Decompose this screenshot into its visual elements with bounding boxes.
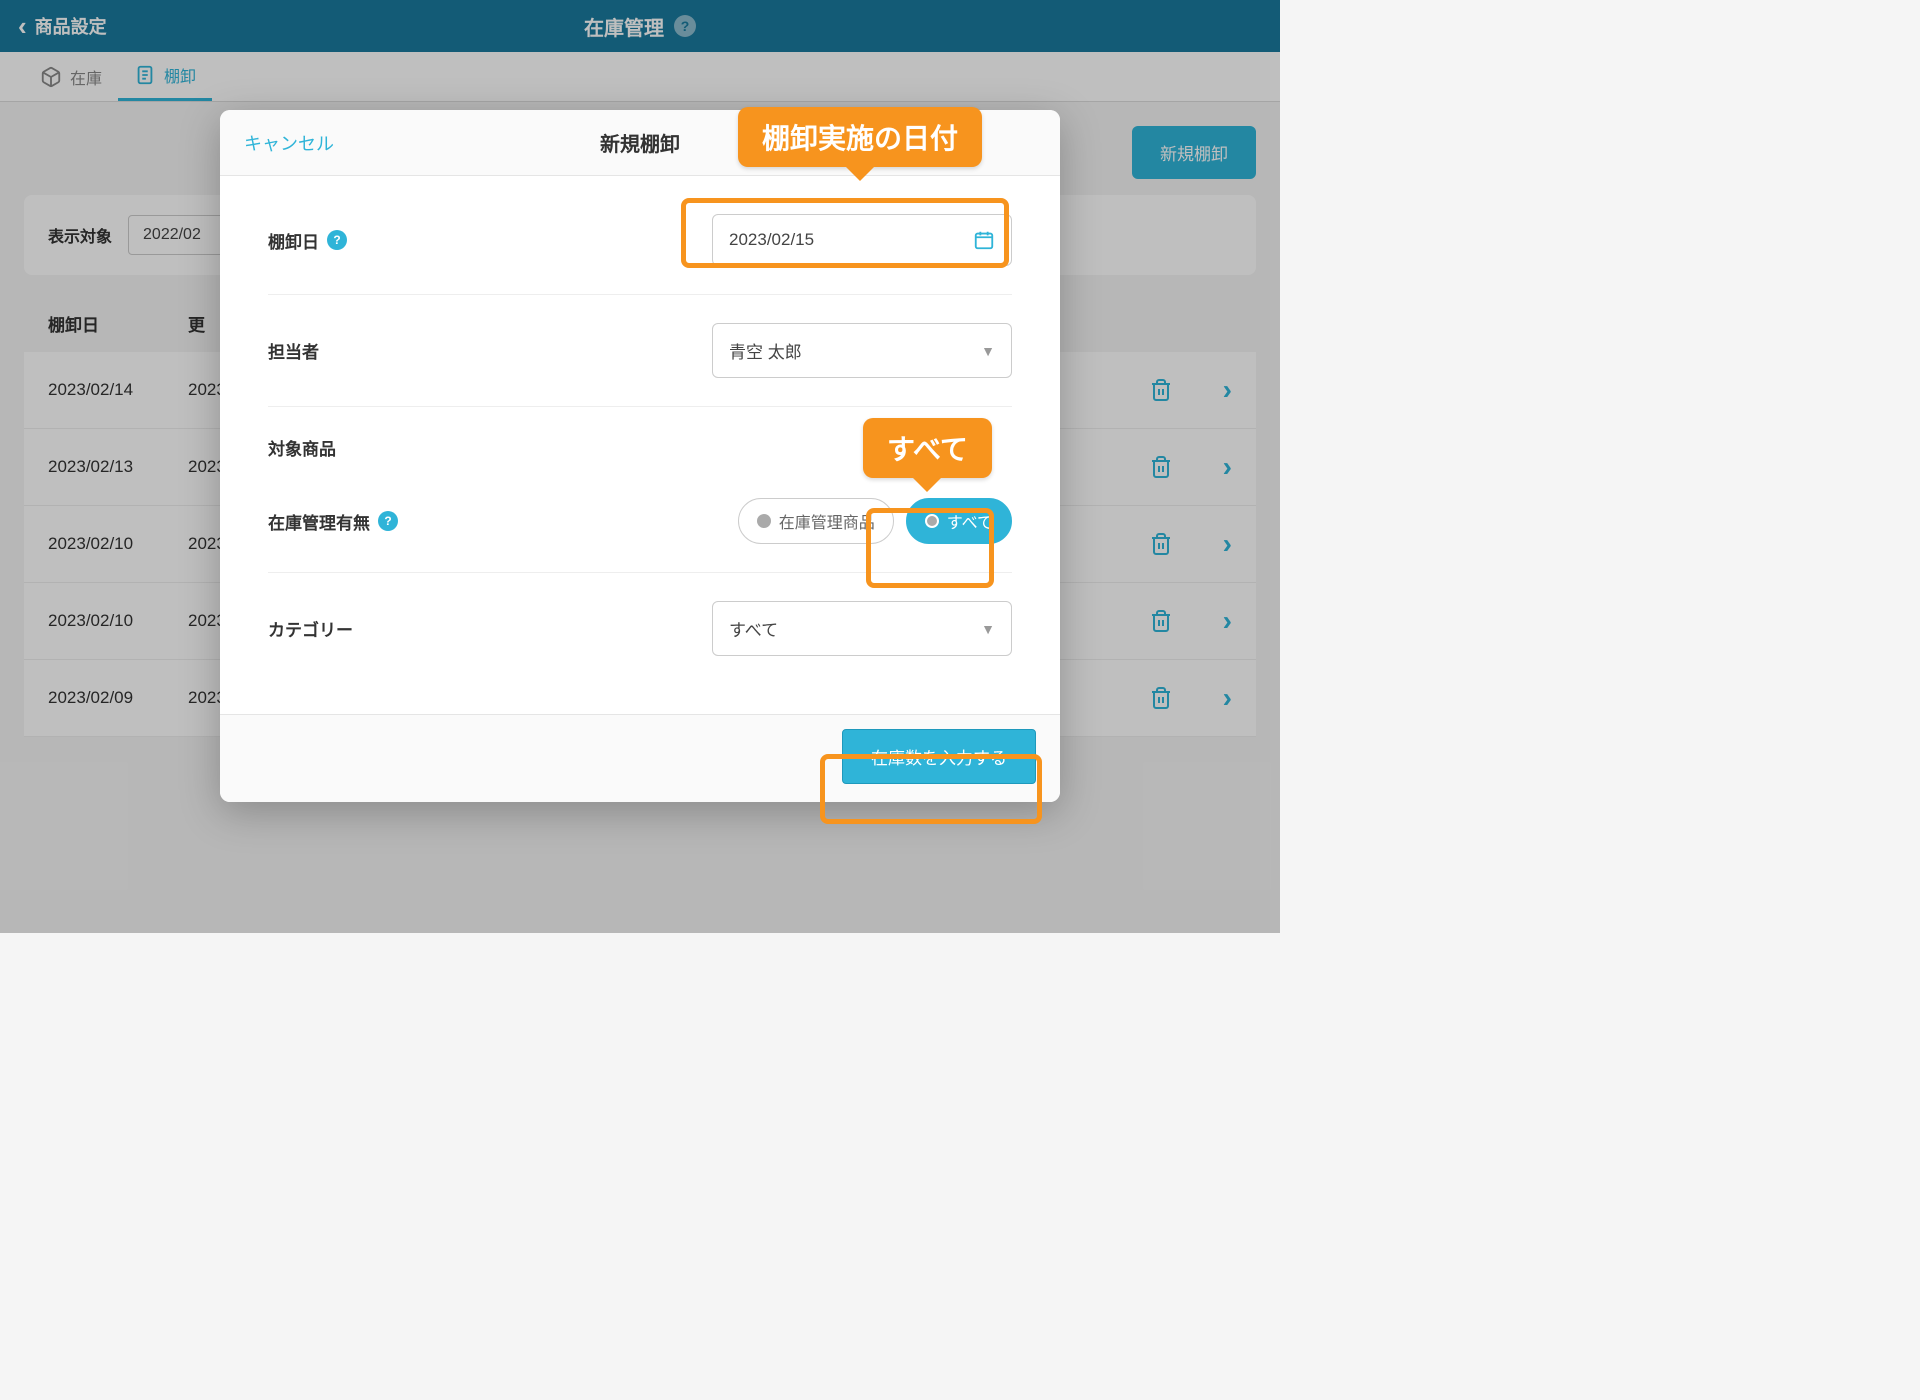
callout-all: すべて <box>863 418 992 478</box>
form-row-date: 棚卸日 ? 2023/02/15 <box>268 186 1012 295</box>
chevron-down-icon: ▼ <box>981 343 995 359</box>
help-icon[interactable]: ? <box>327 230 347 250</box>
radio-icon <box>925 514 939 528</box>
form-row-staff: 担当者 青空 太郎 ▼ <box>268 295 1012 407</box>
calendar-icon <box>973 229 995 251</box>
staff-select[interactable]: 青空 太郎 ▼ <box>712 323 1012 378</box>
arrow-icon <box>912 477 942 492</box>
category-value: すべて <box>729 616 778 641</box>
arrow-icon <box>845 166 875 181</box>
category-label: カテゴリー <box>268 616 353 641</box>
help-icon[interactable]: ? <box>378 511 398 531</box>
staff-value: 青空 太郎 <box>729 338 802 363</box>
radio-icon <box>757 514 771 528</box>
submit-button[interactable]: 在庫数を入力する <box>842 729 1036 784</box>
form-row-stock-toggle: 在庫管理有無 ? 在庫管理商品 すべて <box>268 470 1012 573</box>
modal-title: 新規棚卸 <box>600 128 680 157</box>
date-label: 棚卸日 ? <box>268 228 347 253</box>
toggle-label: 在庫管理有無 ? <box>268 509 398 534</box>
toggle-group: 在庫管理商品 すべて <box>738 498 1012 544</box>
modal-footer: 在庫数を入力する <box>220 714 1060 802</box>
form-row-category: カテゴリー すべて ▼ <box>268 573 1012 684</box>
toggle-stock-managed[interactable]: 在庫管理商品 <box>738 498 894 544</box>
date-value: 2023/02/15 <box>729 230 814 250</box>
toggle-all[interactable]: すべて <box>906 498 1012 544</box>
callout-date: 棚卸実施の日付 <box>738 107 982 167</box>
chevron-down-icon: ▼ <box>981 621 995 637</box>
category-select[interactable]: すべて ▼ <box>712 601 1012 656</box>
date-input[interactable]: 2023/02/15 <box>712 214 1012 266</box>
staff-label: 担当者 <box>268 338 319 363</box>
cancel-button[interactable]: キャンセル <box>244 130 334 156</box>
